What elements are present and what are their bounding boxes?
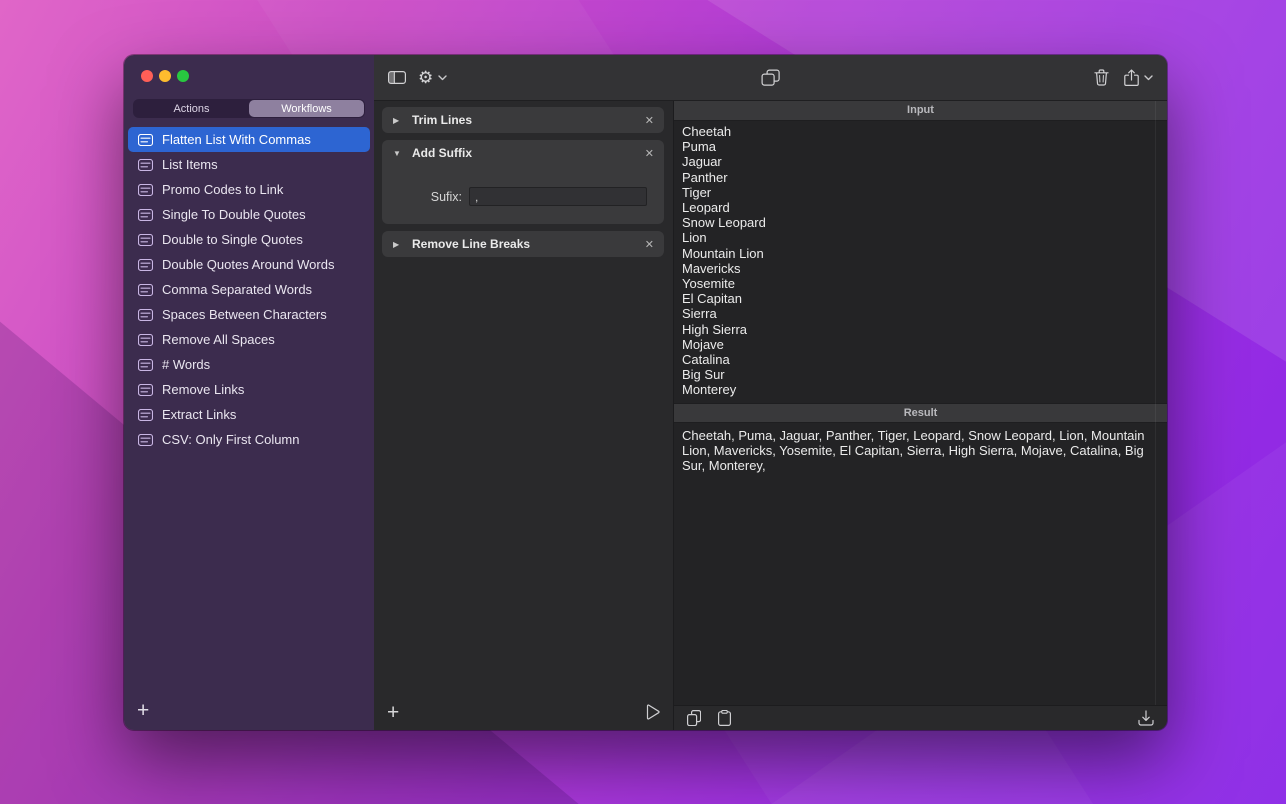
close-window-button[interactable]	[141, 70, 153, 82]
workflow-list-item[interactable]: Double to Single Quotes	[128, 227, 370, 252]
workflow-list-item[interactable]: Promo Codes to Link	[128, 177, 370, 202]
actions-column: ▶ Trim Lines ✕ ▼ Add Suffix ✕	[374, 101, 673, 730]
suffix-input[interactable]	[469, 187, 647, 206]
workflow-list-icon	[138, 184, 153, 196]
tab-actions[interactable]: Actions	[134, 100, 249, 117]
workflow-list-item[interactable]: Flatten List With Commas	[128, 127, 370, 152]
action-card-trim-lines: ▶ Trim Lines ✕	[382, 107, 664, 133]
close-icon[interactable]: ✕	[645, 114, 654, 127]
workflow-list-icon	[138, 409, 153, 421]
workflow-list-item[interactable]: # Words	[128, 352, 370, 377]
action-card-header: ▶ Remove Line Breaks ✕	[382, 231, 664, 257]
workflow-list-label: Promo Codes to Link	[162, 182, 283, 197]
workflow-list-icon	[138, 209, 153, 221]
action-title: Remove Line Breaks	[412, 237, 636, 251]
import-download-icon[interactable]	[1138, 710, 1154, 726]
chevron-down-icon	[1144, 75, 1153, 81]
result-header: Result	[674, 403, 1167, 423]
close-icon[interactable]: ✕	[645, 147, 654, 160]
share-icon	[1124, 69, 1139, 87]
gear-icon: ⚙	[418, 69, 433, 86]
sidebar-footer: +	[137, 700, 149, 722]
workflow-list-label: Spaces Between Characters	[162, 307, 327, 322]
clipboard-copy-icon[interactable]	[761, 69, 780, 86]
workflow-list-icon	[138, 384, 153, 396]
sidebar: Actions Workflows Flatten List With Comm…	[124, 55, 374, 730]
workflow-list-icon	[138, 159, 153, 171]
workflow-list-label: # Words	[162, 357, 210, 372]
desktop-wallpaper: Actions Workflows Flatten List With Comm…	[0, 0, 1286, 804]
workflow-list-label: Flatten List With Commas	[162, 132, 311, 147]
workflow-list-label: Single To Double Quotes	[162, 207, 306, 222]
workflow-list-icon	[138, 234, 153, 246]
copy-result-icon[interactable]	[687, 710, 701, 726]
workflow-list-label: List Items	[162, 157, 218, 172]
action-card-header: ▶ Trim Lines ✕	[382, 107, 664, 133]
input-header: Input	[674, 101, 1167, 121]
workflow-list-item[interactable]: Remove All Spaces	[128, 327, 370, 352]
suffix-field-label: Sufix:	[398, 190, 462, 204]
workflow-list-icon	[138, 334, 153, 346]
action-card-header: ▼ Add Suffix ✕	[382, 140, 664, 166]
workflow-list-icon	[138, 359, 153, 371]
workflow-list-item[interactable]: Single To Double Quotes	[128, 202, 370, 227]
workflow-list-icon	[138, 434, 153, 446]
workflow-list-item[interactable]: Comma Separated Words	[128, 277, 370, 302]
workflow-list-icon	[138, 309, 153, 321]
workflow-list-label: Double Quotes Around Words	[162, 257, 334, 272]
workflow-list-label: Remove Links	[162, 382, 244, 397]
io-column: Input Cheetah Puma Jaguar Panther Tiger …	[673, 101, 1167, 730]
minimize-window-button[interactable]	[159, 70, 171, 82]
disclosure-collapsed-icon[interactable]: ▶	[393, 240, 403, 249]
workflow-list-item[interactable]: Remove Links	[128, 377, 370, 402]
action-card-add-suffix: ▼ Add Suffix ✕ Sufix:	[382, 140, 664, 224]
content: ▶ Trim Lines ✕ ▼ Add Suffix ✕	[374, 101, 1167, 730]
action-card-body: Sufix:	[382, 166, 664, 224]
main-panel: ⚙	[374, 55, 1167, 730]
traffic-lights	[141, 70, 189, 82]
workflow-list-label: Comma Separated Words	[162, 282, 312, 297]
workflow-list-label: Remove All Spaces	[162, 332, 275, 347]
zoom-window-button[interactable]	[177, 70, 189, 82]
workflow-list-icon	[138, 134, 153, 146]
workflow-list-item[interactable]: CSV: Only First Column	[128, 427, 370, 452]
workflow-list-item[interactable]: Extract Links	[128, 402, 370, 427]
disclosure-collapsed-icon[interactable]: ▶	[393, 116, 403, 125]
toolbar: ⚙	[374, 55, 1167, 101]
action-title: Add Suffix	[412, 146, 636, 160]
workflow-list-item[interactable]: Spaces Between Characters	[128, 302, 370, 327]
workflow-list: Flatten List With Commas List Items Promo …	[128, 127, 370, 452]
workflow-list-label: Double to Single Quotes	[162, 232, 303, 247]
workflow-list-label: Extract Links	[162, 407, 236, 422]
input-textarea[interactable]: Cheetah Puma Jaguar Panther Tiger Leopar…	[674, 121, 1167, 403]
workflow-list-icon	[138, 259, 153, 271]
disclosure-expanded-icon[interactable]: ▼	[393, 149, 403, 158]
run-workflow-icon[interactable]	[646, 704, 660, 720]
io-footer	[674, 705, 1167, 730]
add-workflow-button[interactable]: +	[137, 699, 149, 722]
trash-icon[interactable]	[1094, 69, 1109, 86]
sidebar-tabs: Actions Workflows	[133, 99, 365, 118]
close-icon[interactable]: ✕	[645, 238, 654, 251]
actions-footer: +	[374, 694, 673, 730]
action-card-remove-line-breaks: ▶ Remove Line Breaks ✕	[382, 231, 664, 257]
action-title: Trim Lines	[412, 113, 636, 127]
paste-icon[interactable]	[718, 710, 731, 726]
workflow-list-item[interactable]: List Items	[128, 152, 370, 177]
app-window: Actions Workflows Flatten List With Comm…	[124, 55, 1167, 730]
result-textarea[interactable]: Cheetah, Puma, Jaguar, Panther, Tiger, L…	[674, 423, 1167, 705]
workflow-settings-button[interactable]: ⚙	[418, 69, 447, 86]
workflow-list-icon	[138, 284, 153, 296]
tab-workflows[interactable]: Workflows	[249, 100, 364, 117]
chevron-down-icon	[438, 75, 447, 81]
add-action-button[interactable]: +	[387, 702, 399, 723]
workflow-list-label: CSV: Only First Column	[162, 432, 300, 447]
workflow-list-item[interactable]: Double Quotes Around Words	[128, 252, 370, 277]
share-button[interactable]	[1124, 69, 1153, 87]
toggle-sidebar-icon[interactable]	[388, 71, 406, 84]
